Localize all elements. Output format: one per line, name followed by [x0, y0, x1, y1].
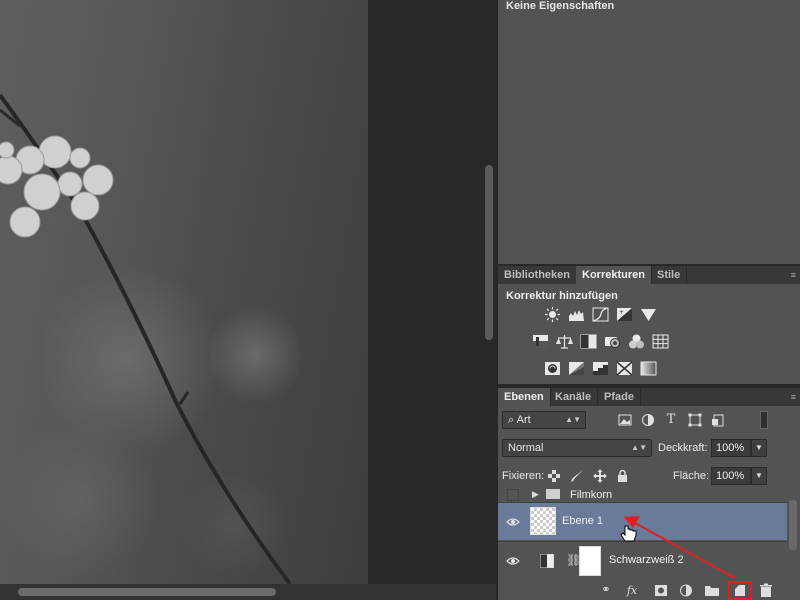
smart-object-filter-icon[interactable]	[711, 413, 725, 427]
lock-label: Fixieren:	[502, 470, 545, 482]
pasteboard	[368, 0, 482, 584]
panel-menu-icon[interactable]: ≡	[784, 392, 796, 402]
opacity-label: Deckkraft:	[658, 442, 708, 454]
properties-panel: Keine Eigenschaften	[498, 0, 800, 264]
select-arrows-icon: ▲▼	[631, 443, 647, 452]
panel-menu-icon[interactable]: ≡	[784, 270, 796, 280]
fx-icon[interactable]: fx	[624, 583, 640, 598]
color-balance-icon[interactable]	[556, 334, 573, 349]
threshold-icon[interactable]	[592, 361, 609, 376]
layer-mask-thumbnail[interactable]	[579, 546, 601, 576]
adjustments-panel: Korrektur hinzufügen +	[498, 284, 800, 384]
vibrance-icon[interactable]	[640, 307, 657, 322]
adjustments-heading: Korrektur hinzufügen	[506, 290, 618, 302]
tab-channels[interactable]: Kanäle	[549, 388, 599, 406]
layer-filter-kind-value: Art	[516, 414, 531, 426]
type-layer-filter-icon[interactable]: T	[664, 413, 678, 427]
adjustment-layer-filter-icon[interactable]	[641, 413, 655, 427]
link-layers-icon[interactable]: ⚭	[598, 583, 614, 598]
levels-icon[interactable]	[568, 307, 585, 322]
layer-name: Filmkorn	[570, 489, 613, 501]
fill-input[interactable]: 100%	[711, 467, 751, 485]
folder-icon	[546, 489, 560, 499]
eye-icon[interactable]	[506, 554, 520, 568]
new-adjustment-layer-icon[interactable]	[678, 583, 694, 598]
properties-title: Keine Eigenschaften	[506, 0, 615, 12]
visibility-toggle-off[interactable]	[507, 489, 519, 501]
tab-libraries[interactable]: Bibliotheken	[498, 266, 578, 284]
layer-thumbnail	[530, 507, 556, 535]
fill-dropdown-button[interactable]: ▼	[751, 467, 767, 485]
tab-layers[interactable]: Ebenen	[498, 388, 551, 406]
vertical-scrollbar-thumb[interactable]	[485, 165, 493, 340]
filter-toggle-switch[interactable]	[760, 411, 768, 429]
layer-list-scrollbar-thumb[interactable]	[789, 500, 797, 550]
blend-mode-select[interactable]: Normal ▲▼	[502, 439, 652, 457]
eye-icon[interactable]	[506, 515, 520, 529]
tab-styles[interactable]: Stile	[651, 266, 688, 284]
photo-filter-icon[interactable]	[604, 334, 621, 349]
posterize-icon[interactable]	[568, 361, 585, 376]
color-lookup-icon[interactable]	[652, 334, 669, 349]
layers-panel: ⌕ Art ▲▼ T Normal ▲▼ Deckkraft: 100% ▼ F…	[498, 406, 800, 600]
svg-text:+: +	[619, 309, 624, 316]
layer-name: Ebene 1	[562, 515, 603, 527]
selective-color-icon[interactable]	[616, 361, 633, 376]
layers-footer: ⚭ fx	[498, 581, 800, 600]
new-layer-icon[interactable]	[732, 583, 748, 598]
layer-filter-kind-select[interactable]: ⌕ Art ▲▼	[502, 411, 586, 429]
layer-row[interactable]: ⛓ Schwarzweiß 2	[498, 541, 787, 579]
select-arrows-icon: ▲▼	[565, 415, 581, 424]
exposure-icon[interactable]: +	[616, 307, 633, 322]
black-white-adjustment-icon	[540, 554, 554, 568]
channel-mixer-icon[interactable]	[628, 334, 645, 349]
lock-image-pixels-icon[interactable]	[570, 469, 584, 483]
tab-paths[interactable]: Pfade	[598, 388, 641, 406]
shape-layer-filter-icon[interactable]	[688, 413, 702, 427]
opacity-input[interactable]: 100%	[711, 439, 751, 457]
layer-list: ▶ Filmkorn Ebene 1 ⛓ Schwarzweiß 2	[498, 488, 800, 581]
lock-transparent-pixels-icon[interactable]	[548, 470, 560, 482]
expand-triangle-icon[interactable]: ▶	[532, 489, 539, 500]
search-icon: ⌕	[508, 414, 515, 426]
lock-position-icon[interactable]	[593, 469, 607, 483]
blend-mode-value: Normal	[508, 442, 544, 454]
lock-all-icon[interactable]	[617, 469, 628, 482]
curves-icon[interactable]	[592, 307, 609, 322]
horizontal-scrollbar-thumb[interactable]	[18, 588, 276, 596]
layer-row-selected[interactable]: Ebene 1	[498, 502, 787, 540]
layer-name: Schwarzweiß 2	[609, 554, 684, 566]
horizontal-scrollbar[interactable]	[0, 584, 496, 600]
vertical-scrollbar[interactable]	[482, 0, 496, 584]
layers-tabbar: Ebenen Kanäle Pfade ≡	[498, 388, 800, 406]
opacity-dropdown-button[interactable]: ▼	[751, 439, 767, 457]
new-group-icon[interactable]	[704, 583, 720, 598]
fill-label: Fläche:	[673, 470, 710, 482]
brightness-icon[interactable]	[544, 307, 561, 322]
gradient-map-icon[interactable]	[640, 361, 657, 376]
photo-berry-branch	[0, 93, 292, 584]
pixel-layer-filter-icon[interactable]	[618, 413, 632, 427]
delete-layer-icon[interactable]	[758, 583, 774, 598]
add-mask-icon[interactable]	[653, 583, 669, 598]
hue-saturation-icon[interactable]	[532, 334, 549, 349]
document-canvas[interactable]	[0, 0, 368, 584]
tab-adjustments[interactable]: Korrekturen	[576, 266, 652, 284]
adjustments-tabbar: Bibliotheken Korrekturen Stile ≡	[498, 266, 800, 284]
invert-icon[interactable]	[544, 361, 561, 376]
black-white-icon[interactable]	[580, 334, 597, 349]
